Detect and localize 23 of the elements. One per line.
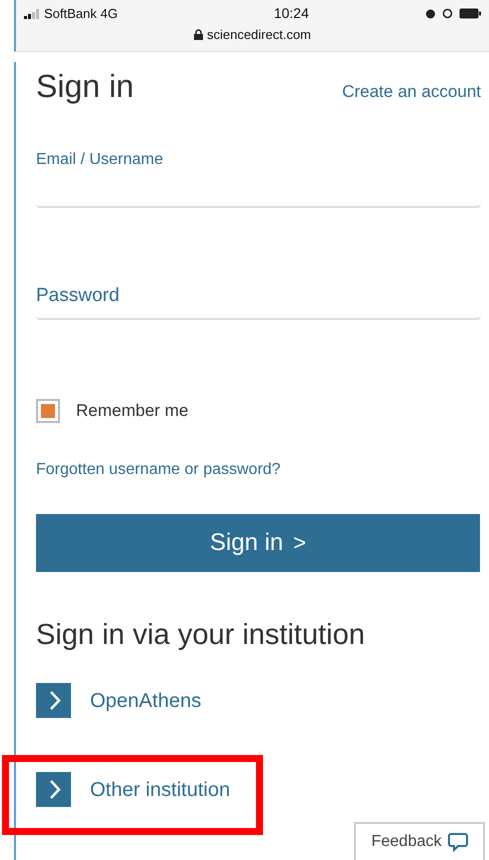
feedback-button[interactable]: Feedback — [354, 822, 485, 860]
remember-checkbox[interactable] — [36, 398, 60, 423]
password-field[interactable]: Password — [36, 272, 481, 320]
url-text: sciencedirect.com — [206, 26, 312, 44]
forgot-password-link[interactable]: Forgotten username or password? — [36, 458, 481, 482]
chevron-icon — [36, 683, 71, 718]
rotation-lock-icon — [442, 8, 453, 19]
alarm-icon — [424, 8, 436, 19]
institution-link[interactable]: Other institution — [36, 772, 230, 807]
carrier-text: SoftBank 4G — [44, 4, 118, 23]
section-heading: Sign in via your institution — [36, 618, 366, 652]
page-title: Sign in — [36, 67, 134, 106]
speech-bubble-icon — [448, 832, 468, 852]
lock-icon — [194, 29, 203, 40]
email-field[interactable]: Email / Username — [36, 148, 481, 208]
signal-icon — [24, 8, 40, 18]
create-account-link[interactable]: Create an account — [342, 79, 481, 104]
remember-label: Remember me — [76, 400, 188, 422]
chevron-icon — [36, 772, 71, 807]
battery-icon — [458, 8, 481, 19]
clock-text: 10:24 — [274, 4, 309, 23]
sign-in-button[interactable]: Sign in > — [36, 514, 480, 572]
institution-link[interactable]: OpenAthens — [36, 683, 202, 718]
